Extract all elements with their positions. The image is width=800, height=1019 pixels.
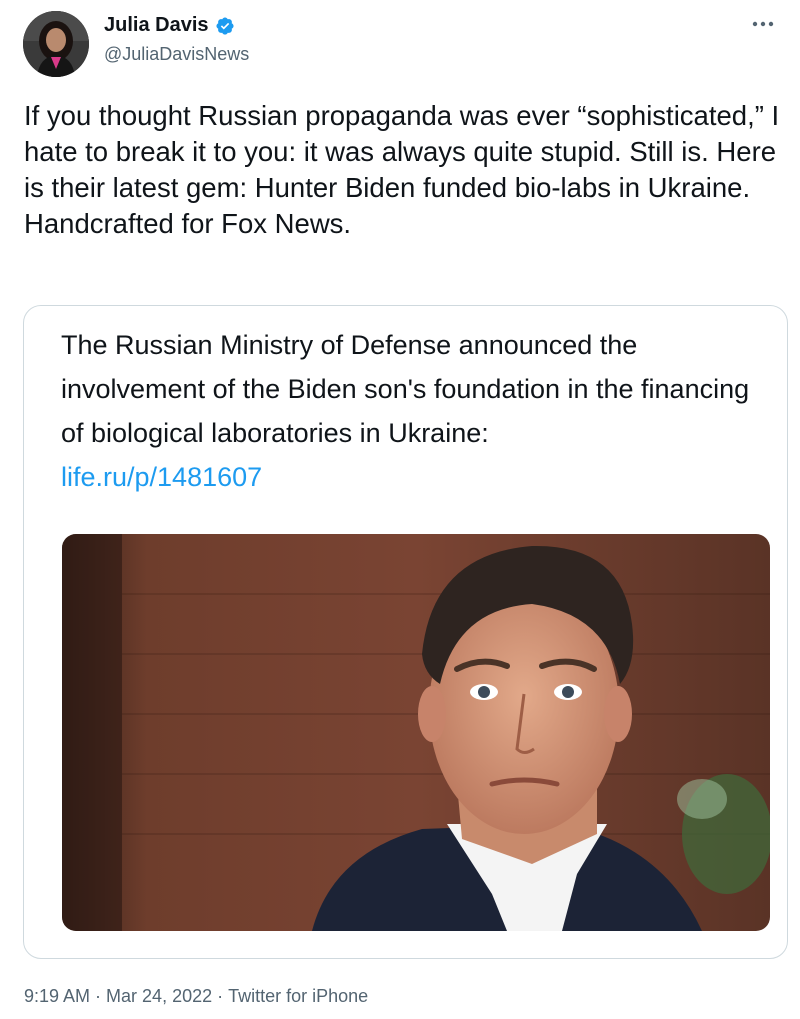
more-options-icon[interactable] xyxy=(748,12,778,36)
quoted-tweet-link[interactable]: life.ru/p/1481607 xyxy=(61,455,761,499)
quoted-tweet-card[interactable]: The Russian Ministry of Defense announce… xyxy=(23,305,788,959)
profile-photo-icon xyxy=(23,11,89,77)
quoted-tweet-body: The Russian Ministry of Defense announce… xyxy=(61,330,750,448)
portrait-photo-icon xyxy=(62,534,770,931)
author-avatar[interactable] xyxy=(23,11,89,77)
quoted-tweet-image[interactable] xyxy=(62,534,770,931)
author-handle[interactable]: @JuliaDavisNews xyxy=(104,44,249,65)
tweet-body-text: If you thought Russian propaganda was ev… xyxy=(24,100,780,239)
quoted-tweet-text: The Russian Ministry of Defense announce… xyxy=(61,323,761,499)
meta-separator: · xyxy=(90,986,107,1006)
author-display-name[interactable]: Julia Davis xyxy=(104,14,209,37)
tweet-time[interactable]: 9:19 AM xyxy=(24,986,90,1007)
tweet-card: Julia Davis @JuliaDavisNews If you thoug… xyxy=(0,0,800,1019)
tweet-date[interactable]: Mar 24, 2022 xyxy=(106,986,212,1007)
verified-badge-icon xyxy=(215,16,235,36)
author-name-row: Julia Davis xyxy=(104,14,235,37)
meta-separator-2: · xyxy=(212,986,229,1006)
tweet-source[interactable]: Twitter for iPhone xyxy=(228,986,368,1007)
tweet-metadata: 9:19 AM · Mar 24, 2022 · Twitter for iPh… xyxy=(24,986,368,1007)
